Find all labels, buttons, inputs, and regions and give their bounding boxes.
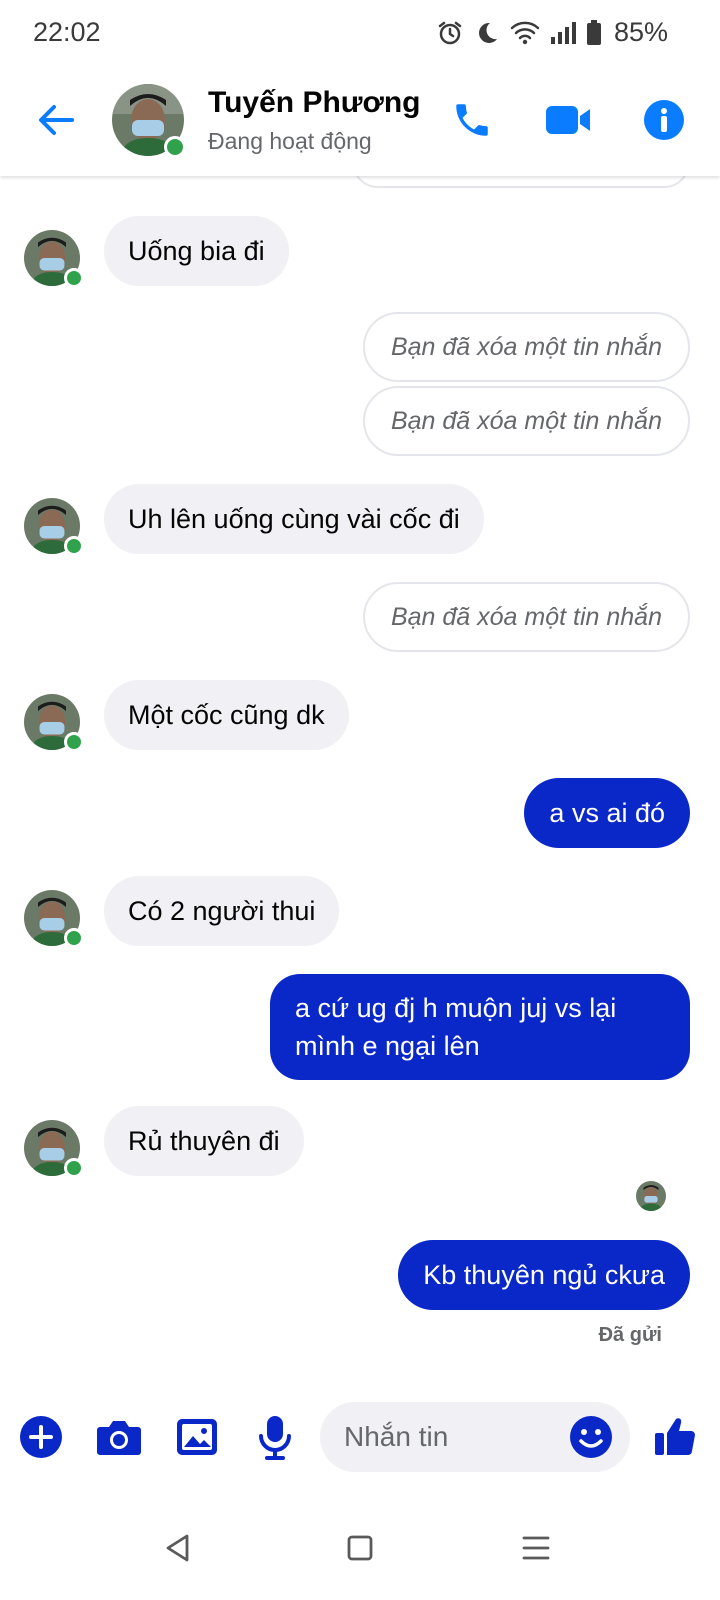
chat-header: Tuyến Phương Đang hoạt động [0,66,720,176]
battery-icon [586,19,602,46]
nav-back-button[interactable] [156,1526,200,1570]
sender-avatar [24,694,84,752]
messenger-chat-screen: 22:02 85% Tuyến Phương Đang hoạt động Uố… [0,0,720,1600]
deleted-message[interactable]: Bạn đã xóa một tin nhắn [362,386,690,456]
incoming-message[interactable]: Uh lên uống cùng vài cốc đi [104,484,484,554]
emoji-button[interactable] [568,1414,614,1460]
seen-avatar [636,1181,666,1211]
phone-icon [456,104,488,136]
incoming-message[interactable]: Có 2 người thui [104,876,340,946]
info-icon [644,100,684,140]
message-input-container [320,1402,630,1472]
contact-name[interactable]: Tuyến Phương [208,86,421,120]
status-icons: 85% [436,17,668,48]
contact-status: Đang hoạt động [208,128,372,154]
sender-avatar [24,230,84,288]
back-triangle-icon [166,1534,189,1562]
incoming-message[interactable]: Một cốc cũng dk [104,680,349,750]
wifi-icon [510,20,540,46]
sent-status: Đã gửi [598,1324,662,1346]
message-composer [0,1386,720,1486]
online-indicator [164,136,186,158]
deleted-message[interactable]: Bạn đã xóa một tin nhắn [362,582,690,652]
gallery-button[interactable] [172,1412,222,1462]
outgoing-message[interactable]: a vs ai đó [524,778,690,848]
outgoing-message[interactable]: Kb thuyên ngủ ckưa [398,1240,690,1310]
sender-avatar [24,890,84,948]
message-list[interactable]: Uống bia đi Bạn đã xóa một tin nhắn Bạn … [0,176,720,1406]
message-input[interactable] [344,1402,564,1472]
online-indicator [64,1158,84,1178]
status-time: 22:02 [33,17,101,47]
nav-home-button[interactable] [338,1526,382,1570]
online-indicator [64,928,84,948]
back-button[interactable] [32,96,80,144]
home-square-icon [347,1535,373,1561]
status-bar: 22:02 85% [0,0,720,66]
like-button[interactable] [650,1412,700,1462]
previous-message-bubble [352,176,690,188]
incoming-message[interactable]: Uống bia đi [104,216,289,286]
microphone-icon [259,1416,291,1460]
alarm-icon [436,19,464,47]
menu-lines-icon [522,1536,550,1560]
sender-avatar [24,498,84,556]
camera-button[interactable] [94,1412,144,1462]
online-indicator [64,268,84,288]
battery-percent: 85% [613,17,668,47]
deleted-message[interactable]: Bạn đã xóa một tin nhắn [362,312,690,382]
signal-icon [550,21,576,45]
nav-recents-button[interactable] [514,1526,558,1570]
sender-avatar [24,1120,84,1178]
system-navigation-bar [0,1500,720,1600]
voice-call-button[interactable] [446,94,498,146]
plus-icon [20,1416,62,1458]
video-call-button[interactable] [542,94,594,146]
back-arrow-icon [39,105,74,135]
info-button[interactable] [638,94,690,146]
incoming-message[interactable]: Rủ thuyên đi [104,1106,304,1176]
outgoing-message[interactable]: a cứ ug đj h muộn juj vs lại mình e ngại… [270,974,690,1080]
emoji-icon [570,1416,612,1458]
more-actions-button[interactable] [16,1412,66,1462]
image-icon [177,1419,217,1455]
thumbs-up-icon [655,1418,695,1455]
online-indicator [64,536,84,556]
online-indicator [64,732,84,752]
video-camera-icon [546,106,590,134]
moon-icon [474,20,500,46]
voice-record-button[interactable] [250,1412,300,1462]
camera-icon [97,1421,141,1455]
contact-avatar[interactable] [112,84,186,158]
